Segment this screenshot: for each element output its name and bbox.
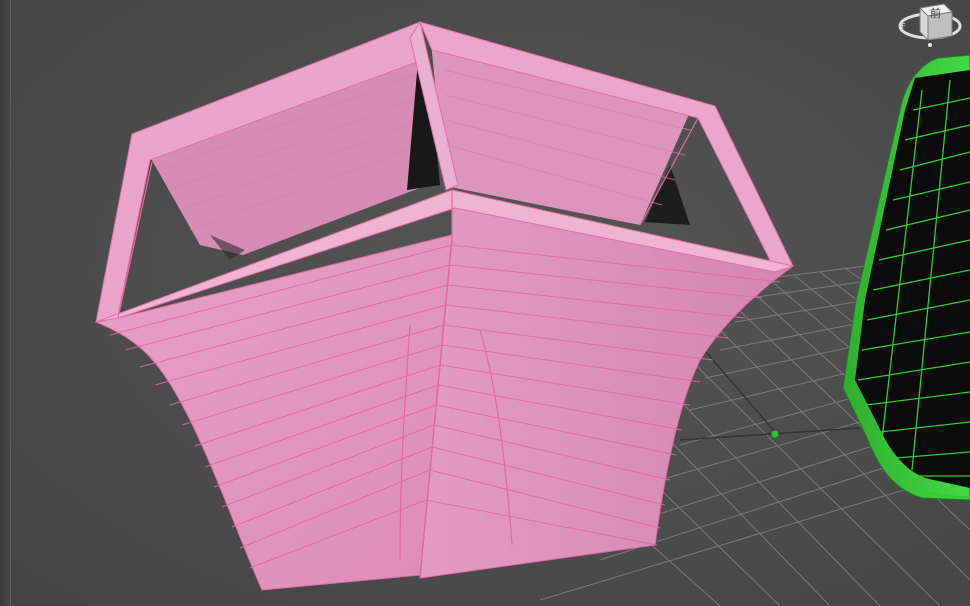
- green-box-object[interactable]: [842, 54, 970, 501]
- viewcube-compass-letter[interactable]: F: [901, 22, 906, 31]
- perspective-viewport[interactable]: 前 F: [0, 0, 970, 606]
- viewport-left-border: [0, 0, 11, 606]
- world-origin-pivot: [771, 430, 779, 438]
- viewcube-front-label[interactable]: 前: [930, 8, 941, 20]
- scene-canvas[interactable]: [0, 0, 970, 606]
